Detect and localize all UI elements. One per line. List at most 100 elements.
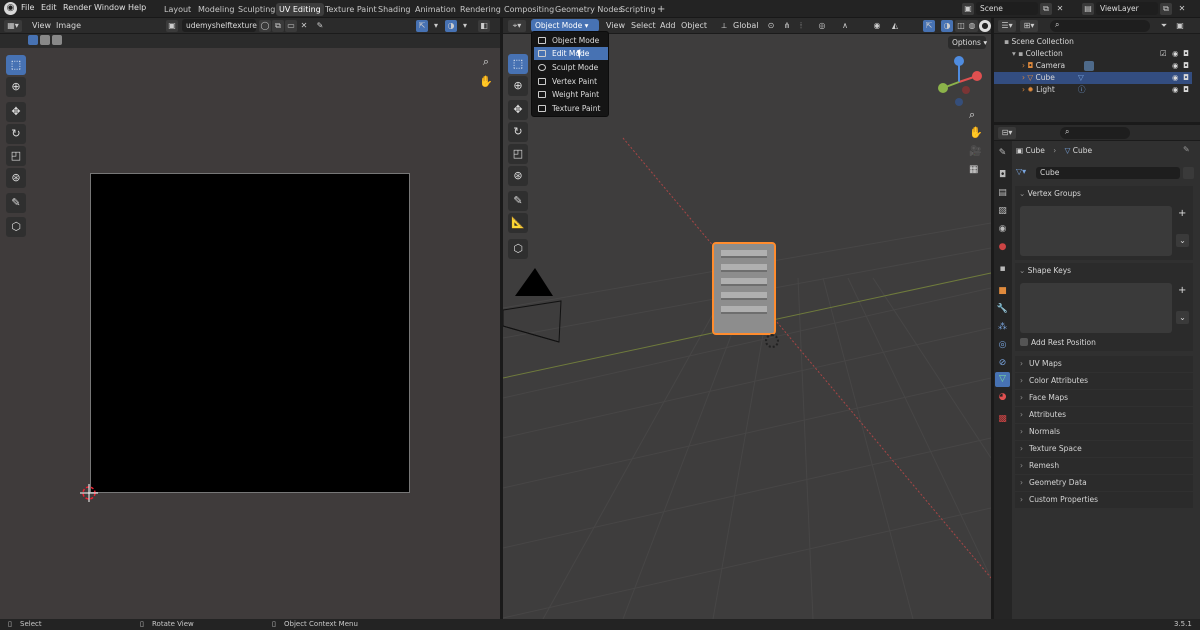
snap-icon[interactable]: ⋔ <box>781 20 793 32</box>
display-channels-icon[interactable]: ◧ <box>478 20 490 32</box>
collection-camera-icon[interactable]: ◘ <box>1183 48 1189 60</box>
viewport-move-tool-icon[interactable]: ✥ <box>508 100 528 120</box>
mesh-fake-user-icon[interactable] <box>1183 167 1194 179</box>
viewlayer-icon[interactable]: ▤ <box>1082 3 1094 15</box>
viewlayer-new-icon[interactable]: ⧉ <box>1160 3 1172 15</box>
outliner-type-icon[interactable]: ☰▾ <box>998 20 1016 32</box>
overlay-toggle-icon[interactable]: ◑ <box>445 20 457 32</box>
mesh-selector-icon[interactable]: ▽▾ <box>1016 167 1026 176</box>
viewport-zoom-icon[interactable]: ⌕ <box>969 108 975 122</box>
add-rest-position-checkbox[interactable] <box>1020 338 1028 346</box>
mode-item-weight-paint[interactable]: Weight Paint <box>534 88 608 101</box>
visibility-icon[interactable]: ◉ <box>871 20 883 32</box>
shape-key-specials-icon[interactable]: ⌄ <box>1176 311 1189 324</box>
viewport-menu-view[interactable]: View <box>606 21 625 30</box>
tab-geometry-nodes[interactable]: Geometry Nodes <box>552 3 625 16</box>
mode-item-edit[interactable]: Edit Mode <box>534 47 608 60</box>
scene-tab-icon[interactable]: ◉ <box>995 222 1010 237</box>
snap-target-icon[interactable]: ⦙ <box>795 20 807 32</box>
overlay-dropdown-icon[interactable]: ▾ <box>459 20 471 32</box>
orientation-selector[interactable]: Global <box>733 21 759 30</box>
viewport-cursor-tool-icon[interactable]: ⊕ <box>508 76 528 96</box>
viewlayer-remove-icon[interactable]: ✕ <box>1176 3 1188 15</box>
outliner-item-light[interactable]: › ✹ Light ⓘ ◉ ◘ <box>994 84 1192 96</box>
outliner-sort-icon[interactable]: ⏷ <box>1158 20 1170 32</box>
annotate-tool-icon[interactable]: ✎ <box>6 193 26 213</box>
scene-new-icon[interactable]: ⧉ <box>1040 3 1052 15</box>
outliner-filter-icon[interactable]: ⊞▾ <box>1020 20 1038 32</box>
mode-item-vertex-paint[interactable]: Vertex Paint <box>534 75 608 88</box>
pivot-icon[interactable]: ⊙ <box>765 20 777 32</box>
viewport-menu-object[interactable]: Object <box>681 21 707 30</box>
new-collection-icon[interactable]: ▣ <box>1174 20 1186 32</box>
cube-render-icon[interactable]: ◘ <box>1183 72 1189 84</box>
gizmo-dropdown-icon[interactable]: ▾ <box>430 20 442 32</box>
open-image-icon[interactable]: ▭ <box>285 20 297 32</box>
add-vertex-group-icon[interactable]: + <box>1178 208 1186 219</box>
outliner-scene-collection[interactable]: ▪ Scene Collection <box>994 36 1192 48</box>
particles-tab-icon[interactable]: ⁂ <box>995 320 1010 335</box>
tab-animation[interactable]: Animation <box>412 3 459 16</box>
transform-tool-icon[interactable]: ⊛ <box>6 168 26 188</box>
mesh-name-field[interactable]: Cube <box>1036 167 1180 179</box>
viewport-gizmo-icon[interactable]: ⇱ <box>923 20 935 32</box>
panel-color-attributes[interactable]: Color Attributes <box>1015 373 1193 389</box>
viewport-pan-icon[interactable]: ✋ <box>969 126 983 139</box>
panel-normals[interactable]: Normals <box>1015 424 1193 440</box>
camera-toggle-icon[interactable]: 🎥 <box>969 146 981 157</box>
image-browse-icon[interactable]: ▣ <box>166 20 178 32</box>
tab-modeling[interactable]: Modeling <box>195 3 237 16</box>
add-workspace-button[interactable]: + <box>654 3 668 16</box>
scale-tool-icon[interactable]: ◰ <box>6 146 26 166</box>
2d-cursor-icon[interactable] <box>80 484 98 502</box>
scene-selector[interactable]: Scene <box>976 2 1038 15</box>
gizmo-toggle-icon[interactable]: ⇱ <box>416 20 428 32</box>
mode-item-object[interactable]: Object Mode <box>534 34 608 47</box>
uv-texture-image[interactable] <box>90 173 410 493</box>
unlink-image-icon[interactable]: ✕ <box>298 20 310 32</box>
outliner-search-input[interactable]: ⌕ <box>1050 20 1150 32</box>
measure-tool-icon[interactable]: 📐 <box>508 213 528 233</box>
viewport-rotate-tool-icon[interactable]: ↻ <box>508 122 528 142</box>
viewport-menu-select[interactable]: Select <box>631 21 656 30</box>
viewport-scale-tool-icon[interactable]: ◰ <box>508 144 528 164</box>
camera-eye-icon[interactable]: ◉ <box>1172 60 1179 72</box>
vertex-group-specials-icon[interactable]: ⌄ <box>1176 234 1189 247</box>
view-layer-tab-icon[interactable]: ▧ <box>995 204 1010 219</box>
panel-uv-maps[interactable]: UV Maps <box>1015 356 1193 372</box>
select-mode-subtract-icon[interactable] <box>52 35 62 45</box>
viewport-annotate-tool-icon[interactable]: ✎ <box>508 191 528 211</box>
tool-tab-icon[interactable]: ✎ <box>995 146 1010 161</box>
scene-remove-icon[interactable]: ✕ <box>1054 3 1066 15</box>
modifier-tab-icon[interactable]: 🔧 <box>995 302 1010 317</box>
tab-rendering[interactable]: Rendering <box>457 3 504 16</box>
shape-keys-list[interactable] <box>1020 283 1172 333</box>
viewport-overlay-icon[interactable]: ◑ <box>941 20 953 32</box>
image-name-field[interactable]: udemyshelftexture <box>182 19 257 32</box>
tab-shading[interactable]: Shading <box>375 3 414 16</box>
options-button[interactable]: Options ▾ <box>948 36 987 49</box>
mode-item-sculpt[interactable]: Sculpt Mode <box>534 61 608 74</box>
constraints-tab-icon[interactable]: ⊘ <box>995 356 1010 371</box>
menu-window[interactable]: Window <box>94 3 126 12</box>
tab-compositing[interactable]: Compositing <box>501 3 557 16</box>
panel-remesh[interactable]: Remesh <box>1015 458 1193 474</box>
select-box-tool-icon[interactable]: ⬚ <box>6 55 26 75</box>
solid-shading-icon[interactable]: ● <box>979 20 991 32</box>
pin-icon[interactable]: ✎ <box>314 20 326 32</box>
physics-tab-icon[interactable]: ◎ <box>995 338 1010 353</box>
panel-attributes[interactable]: Attributes <box>1015 407 1193 423</box>
panel-custom-properties[interactable]: Custom Properties <box>1015 492 1193 508</box>
pan-view-icon[interactable]: ✋ <box>478 75 494 91</box>
ortho-toggle-icon[interactable]: ▦ <box>969 164 978 175</box>
mesh-data-tab-icon[interactable]: ▽ <box>995 372 1010 387</box>
properties-type-icon[interactable]: ⊟▾ <box>998 127 1016 139</box>
wireframe-shading-icon[interactable]: ◍ <box>966 20 978 32</box>
fake-user-icon[interactable]: ◯ <box>259 20 271 32</box>
panel-texture-space[interactable]: Texture Space <box>1015 441 1193 457</box>
menu-render[interactable]: Render <box>63 3 91 12</box>
tab-layout[interactable]: Layout <box>161 3 194 16</box>
proportional-edit-icon[interactable]: ◎ <box>816 20 828 32</box>
tab-uv-editing[interactable]: UV Editing <box>276 3 324 16</box>
collection-eye-icon[interactable]: ◉ <box>1172 48 1179 60</box>
